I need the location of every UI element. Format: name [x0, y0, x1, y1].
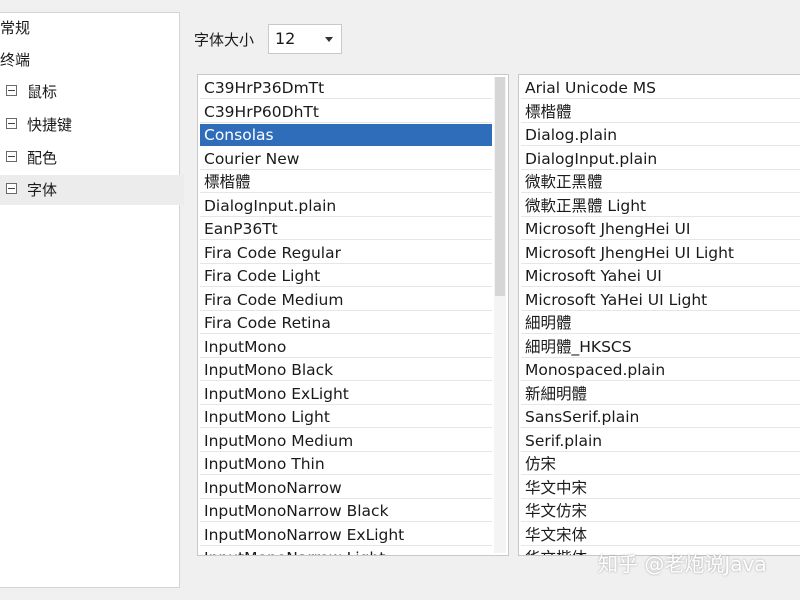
font-list-item[interactable]: C39HrP60DhTt — [200, 101, 492, 123]
font-list-item[interactable]: 微軟正黑體 Light — [521, 195, 800, 217]
font-list-item[interactable]: InputMonoNarrow Light — [200, 547, 492, 555]
font-list-item[interactable]: Microsoft YaHei UI Light — [521, 289, 800, 311]
font-list-item[interactable]: 仿宋 — [521, 453, 800, 475]
nav-item-label: 配色 — [27, 149, 58, 167]
font-list-item[interactable]: 細明體 — [521, 312, 800, 334]
font-list-item[interactable]: 华文宋体 — [521, 524, 800, 546]
nav-item-label: 常规 — [0, 19, 31, 37]
font-list-item[interactable]: Arial Unicode MS — [521, 77, 800, 99]
font-list-item[interactable]: EanP36Tt — [200, 218, 492, 240]
font-list-item[interactable]: InputMono Black — [200, 359, 492, 381]
tree-collapse-icon[interactable] — [6, 85, 17, 96]
nav-item-label: 鼠标 — [27, 83, 58, 101]
font-list-item[interactable]: Serif.plain — [521, 430, 800, 452]
font-list-item[interactable]: Fira Code Light — [200, 265, 492, 287]
font-list-item[interactable]: 微軟正黑體 — [521, 171, 800, 193]
nav-item-2[interactable]: 鼠标 — [0, 77, 57, 107]
nav-item-4[interactable]: 配色 — [0, 143, 57, 173]
nav-item-1[interactable]: 终端 — [0, 45, 30, 75]
font-list-item[interactable]: InputMono Light — [200, 406, 492, 428]
font-list-item[interactable]: 細明體_HKSCS — [521, 336, 800, 358]
font-family-list[interactable]: C39HrP36DmTt C39HrP60DhTt Consolas Courier … — [197, 74, 509, 556]
font-list-item[interactable]: InputMonoNarrow Black — [200, 500, 492, 522]
font-list-item[interactable]: Dialog.plain — [521, 124, 800, 146]
watermark: 知乎 @老炮说Java — [598, 552, 767, 576]
fallback-font-list[interactable]: Arial Unicode MS 標楷體 Dialog.plain DialogInp… — [518, 74, 800, 556]
font-list-item[interactable]: C39HrP36DmTt — [200, 77, 492, 99]
font-size-value: 12 — [275, 29, 296, 48]
nav-item-5[interactable]: 字体 — [0, 175, 184, 205]
font-list-item[interactable]: Fira Code Medium — [200, 289, 492, 311]
font-list-item[interactable]: 標楷體 — [521, 101, 800, 123]
font-list-item[interactable]: DialogInput.plain — [200, 195, 492, 217]
font-list-item[interactable]: InputMono ExLight — [200, 383, 492, 405]
scrollbar-thumb[interactable] — [495, 77, 505, 296]
font-list-item[interactable]: 標楷體 — [200, 171, 492, 193]
font-list-item[interactable]: InputMonoNarrow — [200, 477, 492, 499]
font-list-item[interactable]: DialogInput.plain — [521, 148, 800, 170]
nav-item-0[interactable]: 常规 — [0, 13, 30, 43]
font-list-item[interactable]: Courier New — [200, 148, 492, 170]
font-list-item[interactable]: Microsoft JhengHei UI — [521, 218, 800, 240]
font-size-label: 字体大小 — [194, 31, 255, 49]
font-list-item[interactable]: Microsoft JhengHei UI Light — [521, 242, 800, 264]
nav-item-label: 快捷键 — [27, 116, 73, 134]
font-list-item[interactable]: SansSerif.plain — [521, 406, 800, 428]
nav-item-label: 终端 — [0, 51, 31, 69]
tree-collapse-icon[interactable] — [6, 183, 17, 194]
font-list-item[interactable]: Microsoft Yahei UI — [521, 265, 800, 287]
font-list-item[interactable]: 华文仿宋 — [521, 500, 800, 522]
nav-item-3[interactable]: 快捷键 — [0, 110, 72, 140]
font-list-item[interactable]: 新細明體 — [521, 383, 800, 405]
settings-nav-tree: 常规终端鼠标快捷键配色字体 — [0, 12, 184, 588]
font-list-item[interactable]: Consolas — [200, 124, 492, 146]
font-list-item[interactable]: Fira Code Retina — [200, 312, 492, 334]
tree-collapse-icon[interactable] — [6, 151, 17, 162]
font-list-item[interactable]: Monospaced.plain — [521, 359, 800, 381]
nav-item-label: 字体 — [27, 181, 58, 199]
font-list-item[interactable]: Fira Code Regular — [200, 242, 492, 264]
font-list-scrollbar[interactable] — [494, 77, 506, 553]
font-list-item[interactable]: InputMono Medium — [200, 430, 492, 452]
font-list-item[interactable]: InputMono — [200, 336, 492, 358]
font-size-select[interactable]: 12 — [268, 24, 342, 54]
chevron-down-icon — [325, 37, 333, 42]
font-list-item[interactable]: InputMonoNarrow ExLight — [200, 524, 492, 546]
tree-collapse-icon[interactable] — [6, 118, 17, 129]
font-list-item[interactable]: 华文中宋 — [521, 477, 800, 499]
font-list-item[interactable]: InputMono Thin — [200, 453, 492, 475]
